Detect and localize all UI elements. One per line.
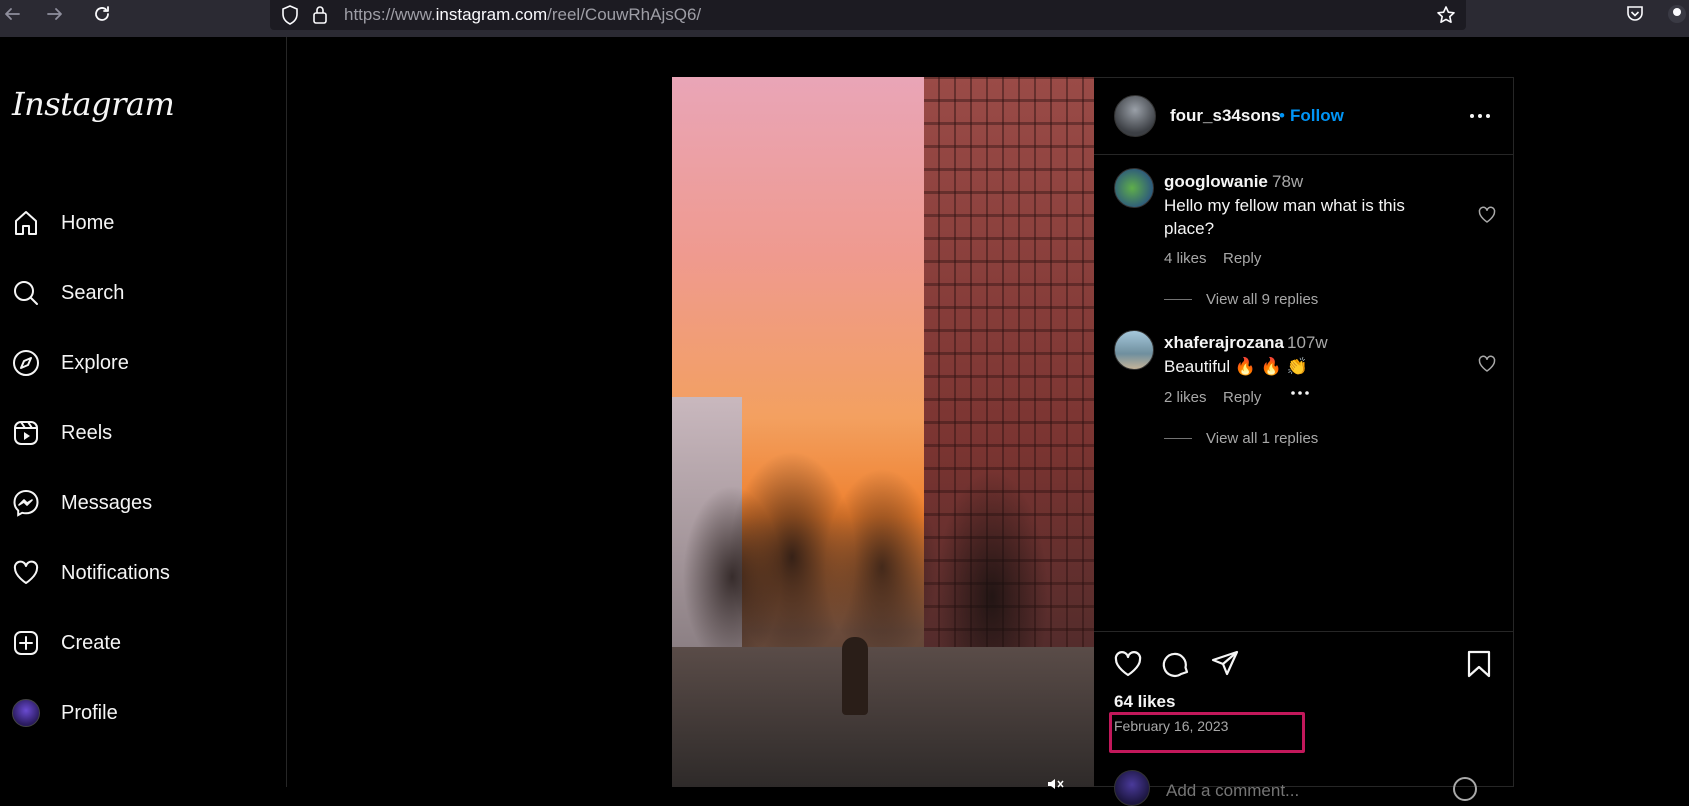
avatar [1114, 770, 1150, 806]
plus-square-icon [10, 627, 42, 659]
like-heart-icon[interactable] [1111, 647, 1145, 681]
avatar[interactable] [1114, 330, 1154, 370]
forward-arrow-icon[interactable] [43, 2, 67, 26]
pocket-icon[interactable] [1622, 1, 1648, 27]
home-icon [10, 207, 42, 239]
comment-time: 78w [1272, 172, 1304, 191]
reels-icon [10, 417, 42, 449]
comment-likes[interactable]: 2 likes [1164, 389, 1207, 406]
sidebar-item-label: Home [61, 211, 115, 234]
reload-icon[interactable] [90, 2, 114, 26]
back-arrow-icon[interactable] [0, 2, 24, 26]
view-replies-button[interactable]: View all 9 replies [1206, 291, 1318, 308]
comment-username[interactable]: xhaferajrozana [1164, 333, 1284, 353]
comment-text: place? [1164, 219, 1215, 238]
avatar[interactable] [1114, 168, 1154, 208]
comment-text: Hello my fellow man what is this [1164, 196, 1405, 215]
sidebar-item-label: Explore [61, 351, 129, 374]
sidebar-item-search[interactable]: Search [10, 269, 270, 317]
more-options-icon[interactable] [1466, 102, 1494, 130]
url-prefix: https://www. [344, 5, 436, 24]
avatar [12, 699, 40, 727]
browser-toolbar: https://www.instagram.com/reel/CouwRhAjs… [0, 0, 1689, 37]
post-header: four_s34sons • Follow [1094, 78, 1513, 155]
sidebar-item-reels[interactable]: Reels [10, 409, 270, 457]
sidebar-item-label: Messages [61, 491, 153, 514]
extension-icon[interactable] [1665, 1, 1689, 27]
save-bookmark-icon[interactable] [1462, 647, 1496, 681]
url-bar[interactable]: https://www.instagram.com/reel/CouwRhAjs… [270, 0, 1466, 30]
url-host: instagram.com [435, 5, 548, 24]
sidebar-item-label: Profile [61, 701, 118, 724]
comment-time: 107w [1287, 333, 1328, 352]
sidebar-item-create[interactable]: Create [10, 619, 270, 667]
heart-icon [10, 557, 42, 589]
sidebar: Instagram Home Search Explore Reels Mess… [0, 37, 287, 787]
sidebar-item-label: Search [61, 281, 125, 304]
emoji-icon[interactable] [1451, 775, 1479, 803]
search-icon [10, 277, 42, 309]
messenger-icon [10, 487, 42, 519]
post-date: February 16, 2023 [1114, 718, 1229, 734]
comment-bubble-icon[interactable] [1159, 647, 1193, 681]
comment-text: Beautiful 🔥 🔥 👏 [1164, 357, 1308, 376]
post-details-panel: four_s34sons • Follow googlowanie 78w He… [1094, 77, 1514, 806]
bookmark-star-icon[interactable] [1434, 3, 1458, 27]
sidebar-item-explore[interactable]: Explore [10, 339, 270, 387]
likes-count[interactable]: 64 likes [1114, 692, 1175, 712]
lock-icon[interactable] [308, 3, 332, 27]
muted-speaker-icon[interactable] [1046, 778, 1066, 790]
sidebar-item-label: Reels [61, 421, 113, 444]
view-replies-button[interactable]: View all 1 replies [1206, 430, 1318, 447]
instagram-logo[interactable]: Instagram [12, 85, 175, 123]
sidebar-item-label: Notifications [61, 561, 170, 584]
reply-button[interactable]: Reply [1223, 389, 1261, 406]
like-comment-heart-icon[interactable] [1475, 352, 1499, 376]
sidebar-item-home[interactable]: Home [10, 199, 270, 247]
separator-dot: • [1279, 106, 1285, 125]
url-path: /reel/CouwRhAjsQ6/ [547, 5, 702, 24]
follow-button[interactable]: Follow [1290, 106, 1344, 126]
sidebar-item-notifications[interactable]: Notifications [10, 549, 270, 597]
avatar[interactable] [1114, 95, 1156, 137]
like-comment-heart-icon[interactable] [1475, 203, 1499, 227]
sidebar-item-messages[interactable]: Messages [10, 479, 270, 527]
reel-video[interactable] [672, 77, 1094, 787]
shield-icon[interactable] [278, 3, 302, 27]
share-paper-plane-icon[interactable] [1208, 647, 1242, 681]
comment-username[interactable]: googlowanie [1164, 172, 1268, 192]
sidebar-item-label: Create [61, 631, 122, 654]
comment-more-options-icon[interactable] [1288, 383, 1312, 403]
add-comment-input[interactable] [1166, 781, 1406, 801]
reply-button[interactable]: Reply [1223, 250, 1261, 267]
post-author-username[interactable]: four_s34sons [1170, 106, 1281, 126]
comment-likes[interactable]: 4 likes [1164, 250, 1207, 267]
compass-icon [10, 347, 42, 379]
sidebar-item-profile[interactable]: Profile [10, 689, 270, 737]
url-text[interactable]: https://www.instagram.com/reel/CouwRhAjs… [344, 5, 701, 25]
